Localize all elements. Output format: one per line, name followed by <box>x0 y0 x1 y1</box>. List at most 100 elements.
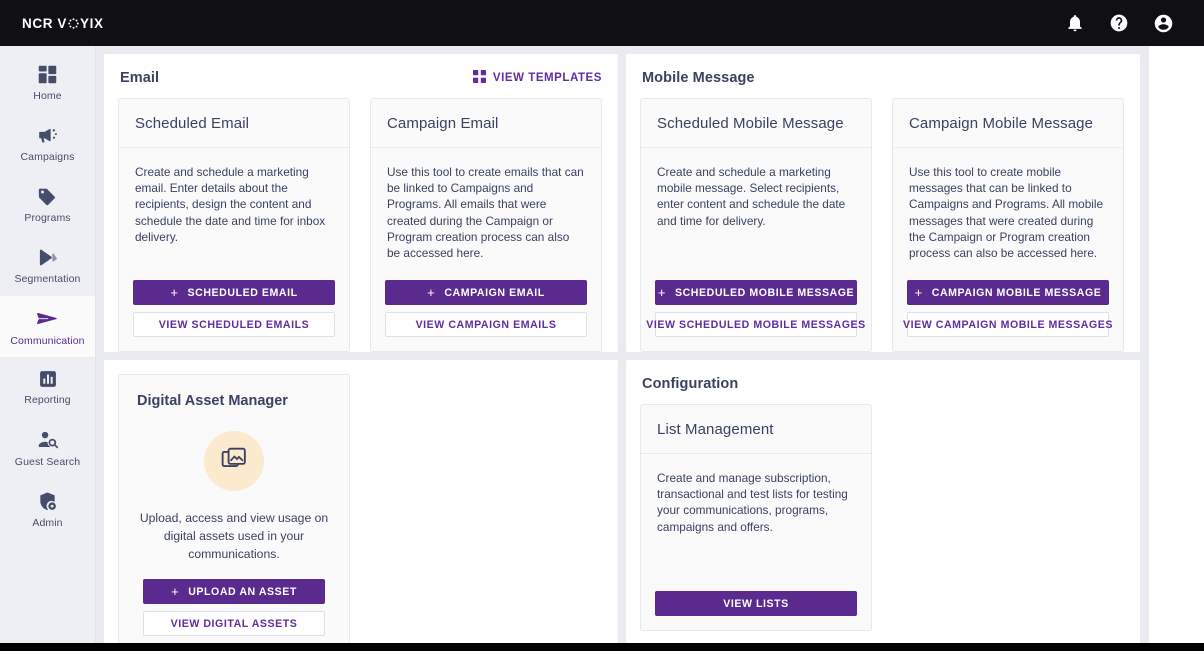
sidebar-item-label: Segmentation <box>14 272 81 285</box>
view-scheduled-mobile-messages-button[interactable]: VIEW SCHEDULED MOBILE MESSAGES <box>646 312 865 337</box>
card-title: Digital Asset Manager <box>137 393 288 409</box>
view-templates-label: VIEW TEMPLATES <box>492 72 602 84</box>
card-action-group: + SCHEDULED EMAIL VIEW SCHEDULED EMAILS <box>119 280 349 351</box>
scheduled-mobile-message-card: Scheduled Mobile Message Create and sche… <box>640 98 872 352</box>
button-label: SCHEDULED MOBILE MESSAGE <box>674 286 855 299</box>
plus-icon: + <box>427 284 436 300</box>
bottom-bar <box>0 643 1204 651</box>
home-grid-icon <box>37 64 58 85</box>
send-paper-plane-icon <box>36 307 59 330</box>
button-label: VIEW DIGITAL ASSETS <box>170 617 298 630</box>
plus-icon: + <box>171 583 180 599</box>
view-lists-button[interactable]: VIEW LISTS <box>655 591 857 616</box>
tag-icon <box>37 186 58 207</box>
create-scheduled-email-button[interactable]: + SCHEDULED EMAIL <box>133 280 335 305</box>
logo-text-suffix: YIX <box>80 15 104 31</box>
sidebar-item-reporting[interactable]: Reporting <box>0 357 95 418</box>
button-label: UPLOAD AN ASSET <box>188 585 297 598</box>
campaign-email-card: Campaign Email Use this tool to create e… <box>370 98 602 352</box>
mobile-message-panel-header: Mobile Message <box>640 68 1126 98</box>
view-templates-button[interactable]: VIEW TEMPLATES <box>472 70 602 86</box>
digital-asset-manager-card: Digital Asset Manager Upload, access and… <box>118 374 350 643</box>
bar-chart-icon <box>38 369 58 389</box>
sidebar-item-label: Communication <box>10 334 85 347</box>
list-management-card: List Management Create and manage subscr… <box>640 404 872 631</box>
button-label: VIEW SCHEDULED MOBILE MESSAGES <box>646 318 866 331</box>
card-description: Use this tool to create mobile messages … <box>909 165 1104 261</box>
configuration-panel: Configuration List Management Create and… <box>626 360 1140 643</box>
sidebar-item-programs[interactable]: Programs <box>0 174 95 235</box>
sidebar-item-communication[interactable]: Communication <box>0 296 95 357</box>
view-campaign-mobile-messages-button[interactable]: VIEW CAMPAIGN MOBILE MESSAGES <box>903 312 1112 337</box>
button-label: VIEW SCHEDULED EMAILS <box>158 318 310 331</box>
card-title: Campaign Email <box>371 99 601 148</box>
email-panel: Email VIEW TEMPLATES Scheduled Email Cre… <box>104 54 618 352</box>
create-campaign-mobile-message-button[interactable]: + CAMPAIGN MOBILE MESSAGE <box>907 280 1109 305</box>
shield-gear-icon <box>37 491 58 512</box>
email-panel-header: Email VIEW TEMPLATES <box>118 68 604 98</box>
card-action-group: + CAMPAIGN MOBILE MESSAGE VIEW CAMPAIGN … <box>893 280 1123 351</box>
card-description: Create and schedule a marketing email. E… <box>135 165 326 244</box>
sidebar-item-campaigns[interactable]: Campaigns <box>0 113 95 174</box>
button-label: VIEW CAMPAIGN EMAILS <box>415 318 557 331</box>
logo-text-prefix: NCR V <box>22 15 68 31</box>
button-label: CAMPAIGN EMAIL <box>444 286 545 299</box>
account-icon[interactable] <box>1146 6 1180 40</box>
digital-asset-manager-panel: Digital Asset Manager Upload, access and… <box>104 360 618 643</box>
plus-icon: + <box>914 284 923 300</box>
sidebar-item-admin[interactable]: Admin <box>0 479 95 540</box>
left-nav-sidebar: Home Campaigns Programs Segmentation Com… <box>0 46 96 643</box>
card-description: Upload, access and view usage on digital… <box>139 511 329 561</box>
configuration-panel-title: Configuration <box>642 376 739 392</box>
campaign-mobile-message-card: Campaign Mobile Message Use this tool to… <box>892 98 1124 352</box>
ncr-voyix-logo[interactable]: NCR V YIX <box>22 16 104 31</box>
mobile-message-card-list: Scheduled Mobile Message Create and sche… <box>640 98 1126 352</box>
plus-icon: + <box>657 284 666 300</box>
view-campaign-emails-button[interactable]: VIEW CAMPAIGN EMAILS <box>385 312 587 337</box>
sidebar-item-label: Guest Search <box>14 456 81 468</box>
sidebar-item-label: Campaigns <box>20 150 75 163</box>
right-gutter <box>1148 46 1204 643</box>
topbar-icon-group <box>1058 6 1190 40</box>
card-description: Create and manage subscription, transact… <box>657 471 848 534</box>
sidebar-item-label: Home <box>33 89 62 102</box>
person-search-icon <box>37 429 59 451</box>
app-body: Home Campaigns Programs Segmentation Com… <box>0 46 1204 643</box>
view-digital-assets-button[interactable]: VIEW DIGITAL ASSETS <box>143 611 325 636</box>
button-label: VIEW LISTS <box>723 597 789 610</box>
email-panel-title: Email <box>120 70 160 86</box>
sidebar-item-label: Reporting <box>24 394 71 406</box>
card-description: Use this tool to create emails that can … <box>387 165 584 261</box>
help-icon[interactable] <box>1102 6 1136 40</box>
sidebar-item-home[interactable]: Home <box>0 52 95 113</box>
sidebar-item-segmentation[interactable]: Segmentation <box>0 235 95 296</box>
view-scheduled-emails-button[interactable]: VIEW SCHEDULED EMAILS <box>133 312 335 337</box>
sidebar-item-label: Programs <box>24 211 71 224</box>
sidebar-item-guest-search[interactable]: Guest Search <box>0 418 95 479</box>
logo-o-mark <box>68 17 79 29</box>
create-campaign-email-button[interactable]: + CAMPAIGN EMAIL <box>385 280 587 305</box>
email-card-list: Scheduled Email Create and schedule a ma… <box>118 98 604 352</box>
button-label: CAMPAIGN MOBILE MESSAGE <box>931 286 1102 299</box>
dam-icon-wrap <box>119 409 349 491</box>
card-action-group: + CAMPAIGN EMAIL VIEW CAMPAIGN EMAILS <box>371 280 601 351</box>
configuration-panel-header: Configuration <box>640 374 1126 404</box>
notifications-icon[interactable] <box>1058 6 1092 40</box>
panel-grid: Email VIEW TEMPLATES Scheduled Email Cre… <box>96 46 1148 643</box>
create-scheduled-mobile-message-button[interactable]: + SCHEDULED MOBILE MESSAGE <box>655 280 857 305</box>
mobile-message-panel-title: Mobile Message <box>642 70 755 86</box>
card-description: Create and schedule a marketing mobile m… <box>657 165 846 228</box>
photo-library-icon <box>221 446 247 477</box>
upload-an-asset-button[interactable]: + UPLOAD AN ASSET <box>143 579 325 604</box>
card-title: Scheduled Mobile Message <box>641 99 871 148</box>
card-title: Scheduled Email <box>119 99 349 148</box>
megaphone-icon <box>37 125 58 146</box>
card-action-group: + SCHEDULED MOBILE MESSAGE VIEW SCHEDULE… <box>641 280 871 351</box>
card-action-group: VIEW LISTS <box>641 591 871 630</box>
plus-icon: + <box>170 284 179 300</box>
scheduled-email-card: Scheduled Email Create and schedule a ma… <box>118 98 350 352</box>
grid-templates-icon <box>472 70 486 86</box>
dam-icon-circle <box>204 431 264 491</box>
segment-arrow-icon <box>37 247 58 268</box>
card-title: List Management <box>641 405 871 454</box>
